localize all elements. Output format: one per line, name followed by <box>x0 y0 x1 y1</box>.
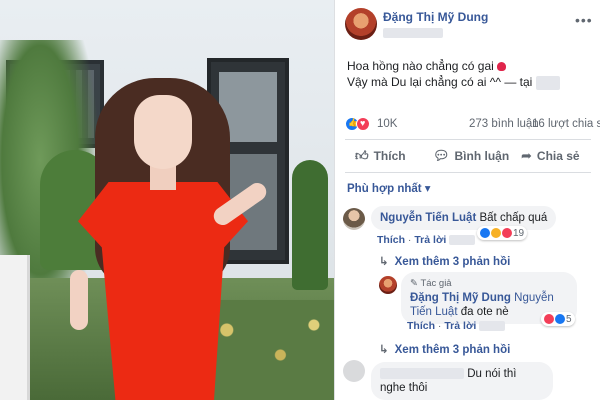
author-reply-avatar[interactable] <box>379 276 397 294</box>
author-avatar[interactable] <box>345 8 377 40</box>
comment-sort-dropdown[interactable]: Phù hợp nhất ▾ <box>347 181 431 195</box>
thumbs-up-icon: 👍︎ <box>355 148 369 163</box>
commenter-avatar-redacted[interactable] <box>343 360 365 382</box>
post-text-line1: Hoa hồng nào chẳng có gai <box>347 59 494 73</box>
reply-reply-link[interactable]: Trả lời <box>444 320 476 332</box>
reaction-count[interactable]: 10K <box>377 118 397 130</box>
timestamp-redacted <box>479 321 506 332</box>
share-label: Chia sẻ <box>536 149 580 163</box>
post-photo[interactable] <box>0 0 334 400</box>
love-reaction-icon <box>544 314 554 324</box>
comment-actions: Thích · Trả lời <box>377 234 476 246</box>
comment-text: Bất chấp quá <box>479 212 548 224</box>
reply-arrow-icon: ↳ <box>379 256 389 268</box>
reply-text: đa ote nè <box>460 306 509 318</box>
post-panel: Đặng Thị Mỹ Dung ••• Hoa hồng nào chẳng … <box>334 0 600 400</box>
share-icon: ➦ <box>521 148 532 163</box>
reply-actions: Thích · Trả lời <box>407 320 506 332</box>
view-more-replies-label: Xem thêm 3 phản hồi <box>394 344 511 356</box>
reply-reaction-count: 5 <box>566 313 572 325</box>
comment-reactions[interactable]: 19 <box>477 226 528 240</box>
love-reaction-icon <box>502 228 512 238</box>
reply-author-name[interactable]: Đặng Thị Mỹ Dung <box>410 292 511 304</box>
comment-reaction-count: 19 <box>513 227 525 239</box>
comment-like-link[interactable]: Thích <box>377 234 405 246</box>
reactions-bar: 10K 273 bình luận 16 lượt chia sẻ <box>345 117 600 135</box>
location-redacted <box>535 75 560 90</box>
timestamp-redacted <box>449 235 476 246</box>
comment-bubble: Nguyễn Tiến Luật Bất chấp quá <box>371 206 557 230</box>
post-text: Hoa hồng nào chẳng có gai Vậy mà Du lại … <box>347 58 560 90</box>
author-badge: ✎ Tác giả <box>410 278 452 289</box>
photo-cypress <box>292 160 328 290</box>
love-reaction-icon <box>356 117 370 131</box>
photo-chair <box>0 255 30 400</box>
commenter-name[interactable]: Nguyễn Tiến Luật <box>380 212 476 224</box>
like-button[interactable]: 👍︎ Thích <box>355 148 406 164</box>
author-badge-label: Tác giả <box>420 278 452 289</box>
comments-count[interactable]: 273 bình luận <box>469 118 539 130</box>
view-more-replies-label: Xem thêm 3 phản hồi <box>394 256 511 268</box>
share-button[interactable]: ➦ Chia sẻ <box>521 148 580 164</box>
view-more-replies[interactable]: ↳ Xem thêm 3 phản hồi <box>379 342 510 356</box>
comment-reply-link[interactable]: Trả lời <box>414 234 446 246</box>
post-actions: 👍︎ Thích 💬︎ Bình luận ➦ Chia sẻ <box>345 142 591 170</box>
reply-like-link[interactable]: Thích <box>407 320 435 332</box>
post-header: Đặng Thị Mỹ Dung ••• <box>335 0 600 44</box>
like-reaction-icon <box>480 228 490 238</box>
haha-reaction-icon <box>491 228 501 238</box>
author-name[interactable]: Đặng Thị Mỹ Dung <box>383 10 488 24</box>
more-horizontal-icon[interactable]: ••• <box>575 12 593 28</box>
like-reaction-icon <box>555 314 565 324</box>
like-label: Thích <box>373 149 406 163</box>
photo-face <box>134 95 192 169</box>
shares-count[interactable]: 16 lượt chia sẻ <box>532 118 600 130</box>
comment-bubble: Du nói thì nghe thôi <box>371 362 553 400</box>
reply-arrow-icon: ↳ <box>379 344 389 356</box>
commenter-avatar[interactable] <box>343 208 365 230</box>
view-more-replies[interactable]: ↳ Xem thêm 3 phản hồi <box>379 254 510 268</box>
rose-icon <box>496 62 506 72</box>
photo-arm-left <box>70 270 88 330</box>
divider <box>345 172 591 173</box>
post-text-line2: Vậy mà Du lại chẳng có ai ^^ — tại <box>347 75 533 89</box>
photo-flowers <box>200 300 334 400</box>
divider <box>345 139 591 140</box>
commenter-name-redacted <box>380 368 464 380</box>
reply-reactions[interactable]: 5 <box>541 312 575 326</box>
comment-icon: 💬︎ <box>433 148 450 163</box>
comment-label: Bình luận <box>454 149 510 163</box>
comment-button[interactable]: 💬︎ Bình luận <box>433 148 509 164</box>
post-meta-redacted <box>383 28 443 38</box>
